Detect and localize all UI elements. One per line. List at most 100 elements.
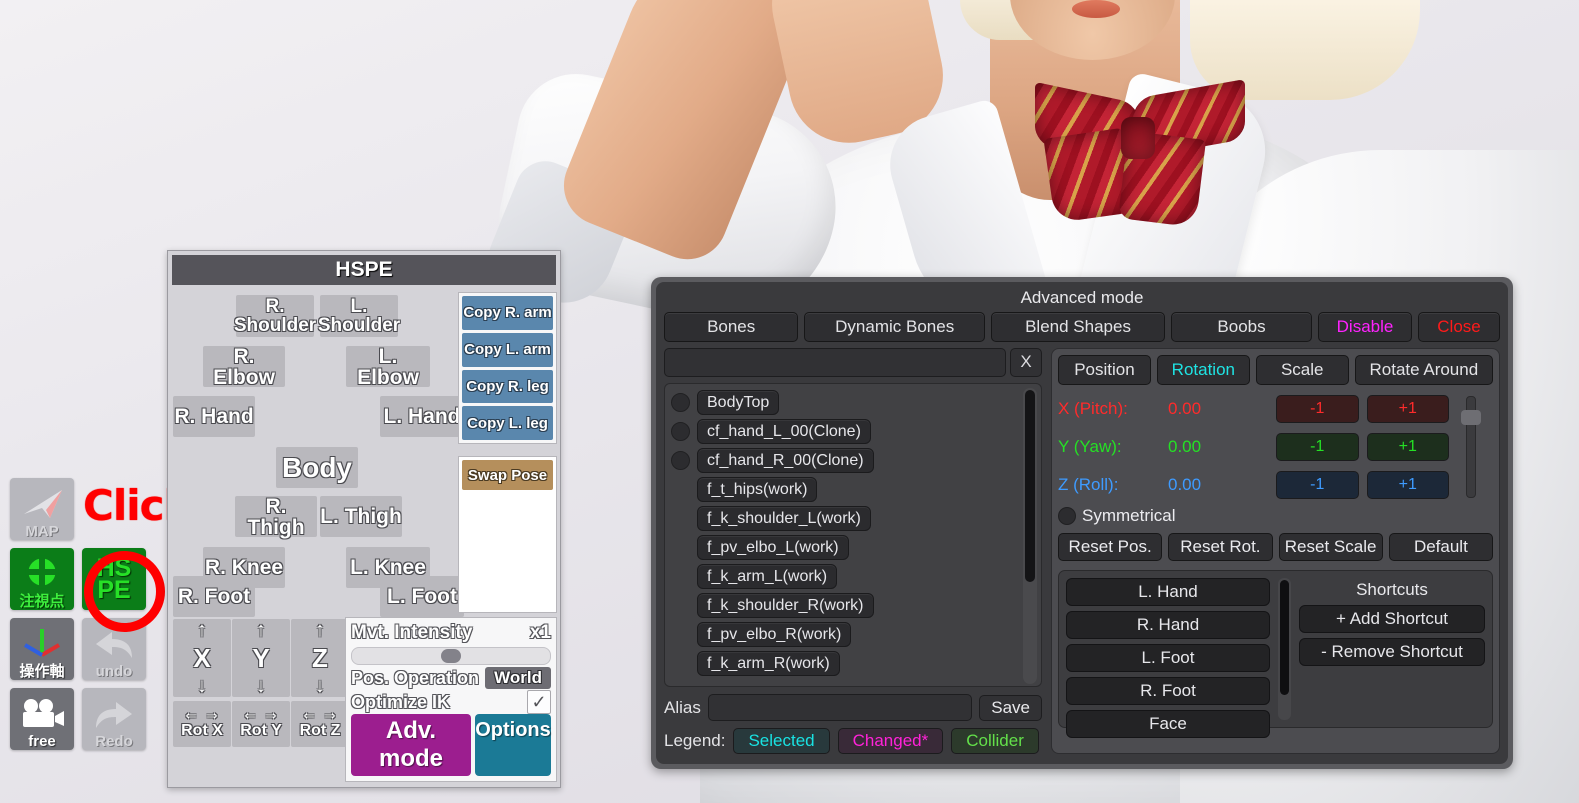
bone-list-item[interactable]: cf_hand_L_00(Clone) xyxy=(671,419,1035,444)
tab-bones[interactable]: Bones xyxy=(664,312,799,342)
tab-dynamic-bones[interactable]: Dynamic Bones xyxy=(804,312,985,342)
redo-button[interactable]: Redo xyxy=(82,688,146,750)
bone-name[interactable]: f_pv_elbo_R(work) xyxy=(697,622,852,647)
body-part-r-elbow[interactable]: R. Elbow xyxy=(203,346,285,388)
mvt-intensity-slider[interactable] xyxy=(351,647,551,665)
bone-name[interactable]: cf_hand_R_00(Clone) xyxy=(697,448,874,473)
rotate-y-button[interactable]: ⇐ ⇒ Rot Y xyxy=(232,701,290,747)
advanced-mode-panel: Advanced mode Bones Dynamic Bones Blend … xyxy=(651,277,1513,769)
rotate-z-button[interactable]: ⇐ ⇒ Rot Z xyxy=(291,701,349,747)
advanced-mode-title: Advanced mode xyxy=(1020,288,1144,307)
shortcut-face[interactable]: Face xyxy=(1066,710,1270,738)
bone-list-scrollbar[interactable] xyxy=(1023,388,1037,684)
tab-boobs[interactable]: Boobs xyxy=(1171,312,1312,342)
body-part-r-hand[interactable]: R. Hand xyxy=(173,396,255,437)
reset-scale-button[interactable]: Reset Scale xyxy=(1278,533,1383,561)
copy-l-arm-button[interactable]: Copy L. arm xyxy=(462,332,553,367)
body-part-l-thigh[interactable]: L. Thigh xyxy=(320,496,402,537)
axis-button[interactable]: 操作軸 xyxy=(10,618,74,680)
tab-position[interactable]: Position xyxy=(1058,355,1151,385)
body-part-r-shoulder[interactable]: R. Shoulder xyxy=(234,295,316,337)
optimize-ik-checkbox[interactable]: ✓ xyxy=(527,690,551,714)
tab-blend-shapes[interactable]: Blend Shapes xyxy=(991,312,1166,342)
save-alias-button[interactable]: Save xyxy=(979,694,1042,721)
body-part-l-hand[interactable]: L. Hand xyxy=(380,396,464,437)
rotate-x-button[interactable]: ⇐ ⇒ Rot X xyxy=(173,701,231,747)
shortcut-l-hand[interactable]: L. Hand xyxy=(1066,578,1270,606)
vertical-slider-handle[interactable] xyxy=(1461,410,1481,425)
shortcut-r-hand[interactable]: R. Hand xyxy=(1066,611,1270,639)
body-part-body[interactable]: Body xyxy=(276,447,358,488)
rotation-x-minus-button[interactable]: -1 xyxy=(1276,394,1359,423)
bone-name[interactable]: BodyTop xyxy=(697,390,780,415)
shortcut-r-foot[interactable]: R. Foot xyxy=(1066,677,1270,705)
bone-list-item[interactable]: cf_hand_R_00(Clone) xyxy=(671,448,1035,473)
close-button[interactable]: Close xyxy=(1418,312,1500,342)
tab-scale[interactable]: Scale xyxy=(1255,355,1349,385)
bone-list-item[interactable]: f_k_shoulder_L(work) xyxy=(671,506,1035,531)
axis-y-label: Y xyxy=(252,643,270,673)
rotation-y-minus-button[interactable]: -1 xyxy=(1276,432,1359,461)
bone-list-item[interactable]: f_k_arm_L(work) xyxy=(671,564,1035,589)
scrollbar-thumb[interactable] xyxy=(1280,580,1289,695)
bone-toggle-icon[interactable] xyxy=(671,393,690,412)
bone-name[interactable]: f_k_shoulder_R(work) xyxy=(697,593,874,618)
bone-list-item[interactable]: f_k_arm_R(work) xyxy=(671,651,1035,676)
rotation-z-plus-button[interactable]: +1 xyxy=(1366,470,1449,499)
bone-list-item[interactable]: f_pv_elbo_L(work) xyxy=(671,535,1035,560)
swap-pose-button[interactable]: Swap Pose xyxy=(462,460,553,490)
clear-search-button[interactable]: X xyxy=(1010,348,1042,377)
reset-rot-button[interactable]: Reset Rot. xyxy=(1168,533,1273,561)
bone-toggle-icon[interactable] xyxy=(671,451,690,470)
move-x-button[interactable]: ↑ X ↓ xyxy=(173,619,231,697)
copy-l-leg-button[interactable]: Copy L. leg xyxy=(462,406,553,440)
bone-list-item[interactable]: f_k_shoulder_R(work) xyxy=(671,593,1035,618)
body-part-l-elbow[interactable]: L. Elbow xyxy=(346,346,430,388)
shortcut-l-foot[interactable]: L. Foot xyxy=(1066,644,1270,672)
slider-handle[interactable] xyxy=(441,649,462,663)
map-button[interactable]: MAP xyxy=(10,478,74,540)
copy-r-leg-button[interactable]: Copy R. leg xyxy=(462,369,553,404)
bone-list[interactable]: BodyTop cf_hand_L_00(Clone) cf_hand_R_00… xyxy=(664,383,1042,687)
bone-name[interactable]: f_t_hips(work) xyxy=(697,477,818,502)
body-part-r-foot[interactable]: R. Foot xyxy=(173,576,255,617)
body-part-l-foot[interactable]: L. Foot xyxy=(380,576,464,617)
options-button[interactable]: Options xyxy=(475,714,551,776)
bone-toggle-placeholder xyxy=(671,538,690,557)
bone-toggle-icon[interactable] xyxy=(671,422,690,441)
rotation-x-plus-button[interactable]: +1 xyxy=(1366,394,1449,423)
remove-shortcut-button[interactable]: - Remove Shortcut xyxy=(1299,638,1485,666)
copy-r-arm-button[interactable]: Copy R. arm xyxy=(462,296,553,330)
symmetrical-checkbox[interactable] xyxy=(1058,507,1076,525)
camera-free-button[interactable]: free xyxy=(10,688,74,750)
bone-search-input[interactable] xyxy=(664,348,1006,377)
scrollbar-thumb[interactable] xyxy=(1025,390,1035,582)
alias-input[interactable] xyxy=(707,694,973,721)
bone-name[interactable]: f_pv_elbo_L(work) xyxy=(697,535,849,560)
gaze-point-button[interactable]: 注視点 xyxy=(10,548,74,610)
pos-operation-toggle[interactable]: World xyxy=(485,667,551,689)
bone-name[interactable]: f_k_arm_L(work) xyxy=(697,564,838,589)
rotation-z-minus-button[interactable]: -1 xyxy=(1276,470,1359,499)
bone-name[interactable]: f_k_arm_R(work) xyxy=(697,651,840,676)
move-z-button[interactable]: ↑ Z ↓ xyxy=(291,619,349,697)
reset-pos-button[interactable]: Reset Pos. xyxy=(1058,533,1163,561)
bone-list-item[interactable]: f_pv_elbo_R(work) xyxy=(671,622,1035,647)
default-button[interactable]: Default xyxy=(1388,533,1493,561)
bone-name[interactable]: cf_hand_L_00(Clone) xyxy=(697,419,871,444)
arrow-down-icon: ↓ xyxy=(256,675,266,697)
body-part-r-thigh[interactable]: R. Thigh xyxy=(235,496,317,538)
tab-rotate-around[interactable]: Rotate Around xyxy=(1354,355,1493,385)
move-y-button[interactable]: ↑ Y ↓ xyxy=(232,619,290,697)
add-shortcut-button[interactable]: + Add Shortcut xyxy=(1299,605,1485,633)
shortcut-list-scrollbar[interactable] xyxy=(1278,578,1291,720)
disable-button[interactable]: Disable xyxy=(1318,312,1412,342)
rotation-vertical-slider[interactable] xyxy=(1449,394,1493,508)
bone-list-item[interactable]: BodyTop xyxy=(671,390,1035,415)
adv-mode-button[interactable]: Adv. mode xyxy=(351,714,471,776)
tab-rotation[interactable]: Rotation xyxy=(1156,355,1250,385)
bone-name[interactable]: f_k_shoulder_L(work) xyxy=(697,506,871,531)
body-part-l-shoulder[interactable]: L. Shoulder xyxy=(318,295,400,337)
bone-list-item[interactable]: f_t_hips(work) xyxy=(671,477,1035,502)
rotation-y-plus-button[interactable]: +1 xyxy=(1366,432,1449,461)
